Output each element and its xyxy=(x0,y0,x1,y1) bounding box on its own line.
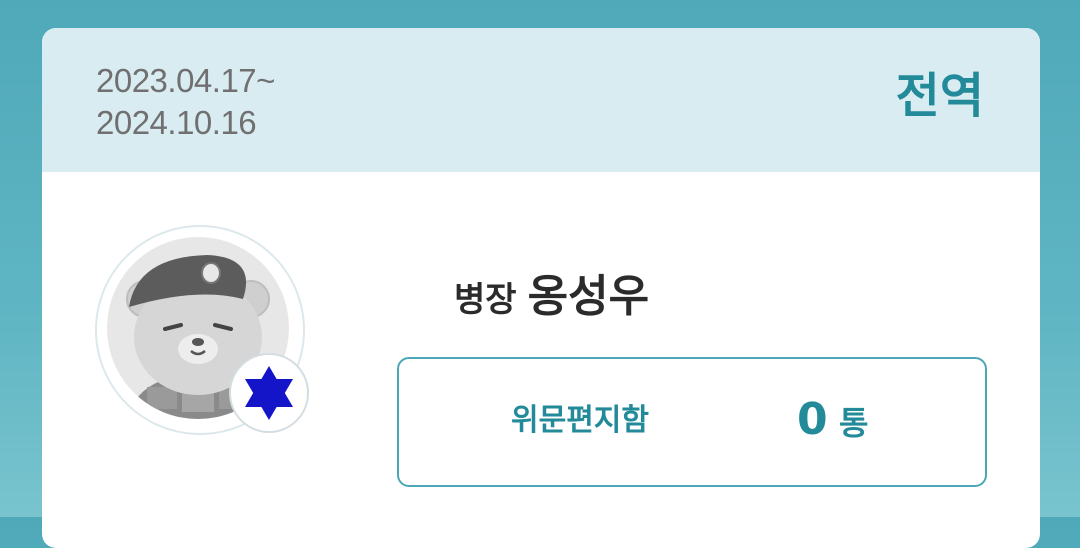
service-period: 2023.04.17~ 2024.10.16 xyxy=(96,60,275,144)
soldier-name-line: 병장 옹성우 xyxy=(454,260,649,324)
letters-box-label: 위문편지함 xyxy=(511,403,649,438)
soldier-name: 옹성우 xyxy=(527,271,650,322)
service-end-date: 2024.10.16 xyxy=(96,104,257,141)
profile-avatar[interactable] xyxy=(95,225,309,435)
soldier-rank: 병장 xyxy=(454,280,517,320)
rank-badge xyxy=(229,353,309,433)
star-of-david-rank-icon xyxy=(245,366,293,420)
card-header: 2023.04.17~ 2024.10.16 전역 xyxy=(42,28,1040,172)
soldier-card: 2023.04.17~ 2024.10.16 전역 병장 옹성우 위문편지함 0… xyxy=(42,28,1040,548)
letters-unit: 통 xyxy=(839,404,869,442)
letters-count: 0 xyxy=(797,394,828,445)
discharge-status: 전역 xyxy=(895,68,984,124)
letters-box-button[interactable]: 위문편지함 0 통 xyxy=(397,357,987,487)
service-start-date: 2023.04.17~ xyxy=(96,62,275,99)
